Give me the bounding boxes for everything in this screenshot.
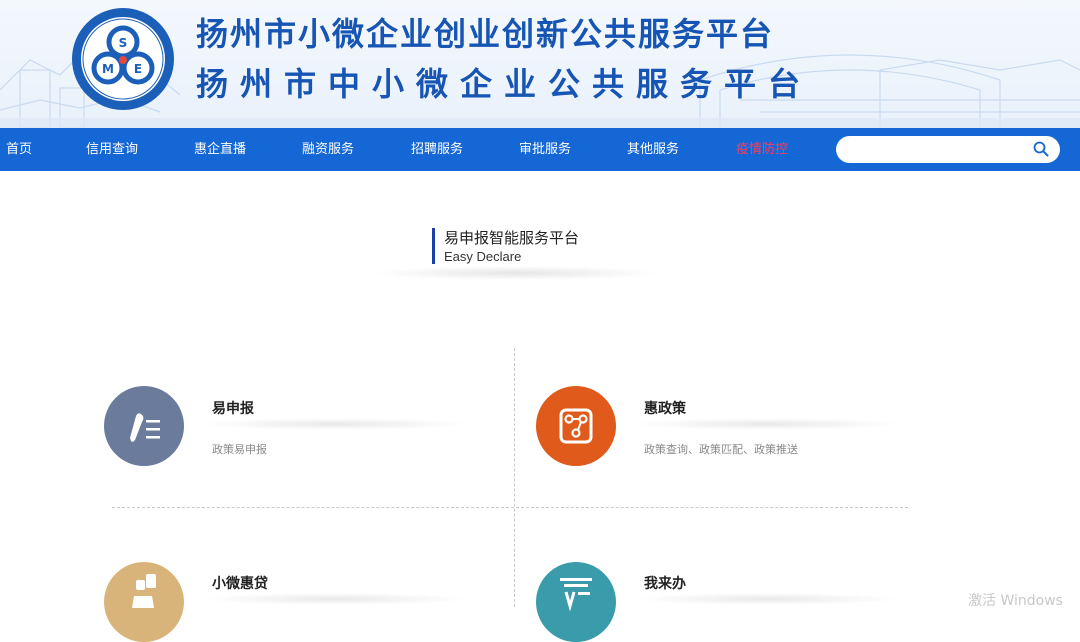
service-desc-easy-declare: 政策易申报 — [212, 443, 267, 456]
nav-item-approval[interactable]: 审批服务 — [519, 128, 571, 171]
nav-item-credit[interactable]: 信用查询 — [86, 128, 138, 171]
money-hand-icon[interactable] — [104, 562, 184, 642]
nav-item-recruitment[interactable]: 招聘服务 — [411, 128, 463, 171]
nav-item-live[interactable]: 惠企直播 — [194, 128, 246, 171]
platform-title-line2: 扬州市中小微企业公共服务平台 — [196, 65, 813, 103]
section-shadow — [372, 266, 662, 280]
policy-document-icon[interactable] — [536, 386, 616, 466]
search-input[interactable] — [850, 140, 1030, 161]
service-shadow — [632, 593, 902, 605]
service-title-handle[interactable]: 我来办 — [644, 573, 686, 593]
service-shadow — [200, 593, 470, 605]
handle-tasks-icon[interactable] — [536, 562, 616, 642]
section-subtitle: Easy Declare — [444, 249, 522, 264]
nav-item-home[interactable]: 首页 — [6, 128, 32, 171]
platform-title-line1: 扬州市小微企业创业创新公共服务平台 — [196, 15, 775, 53]
pen-list-icon[interactable] — [104, 386, 184, 466]
grid-divider-vertical — [514, 348, 515, 607]
grid-divider-horizontal — [112, 507, 908, 508]
search-box — [836, 136, 1060, 163]
svg-text:M: M — [102, 62, 114, 76]
service-desc-policy: 政策查询、政策匹配、政策推送 — [644, 443, 798, 456]
service-title-micro-loan[interactable]: 小微惠贷 — [212, 573, 268, 593]
svg-text:S: S — [119, 36, 128, 50]
service-title-policy[interactable]: 惠政策 — [644, 398, 686, 418]
activation-watermark: 激活 Windows — [968, 593, 1063, 609]
nav-item-other[interactable]: 其他服务 — [627, 128, 679, 171]
svg-text:E: E — [134, 62, 142, 76]
search-icon[interactable] — [1032, 140, 1050, 158]
section-title: 易申报智能服务平台 — [444, 229, 580, 247]
sme-logo: S M E — [72, 8, 174, 110]
service-shadow — [632, 418, 902, 430]
nav-item-financing[interactable]: 融资服务 — [302, 128, 354, 171]
section-accent-bar — [432, 228, 435, 264]
header-banner: S M E 扬州市小微企业创业创新公共服务平台 扬州市中小微企业公共服务平台 — [0, 0, 1080, 128]
service-shadow — [200, 418, 470, 430]
nav-item-epidemic[interactable]: 疫情防控 — [736, 128, 788, 171]
service-title-easy-declare[interactable]: 易申报 — [212, 398, 254, 418]
